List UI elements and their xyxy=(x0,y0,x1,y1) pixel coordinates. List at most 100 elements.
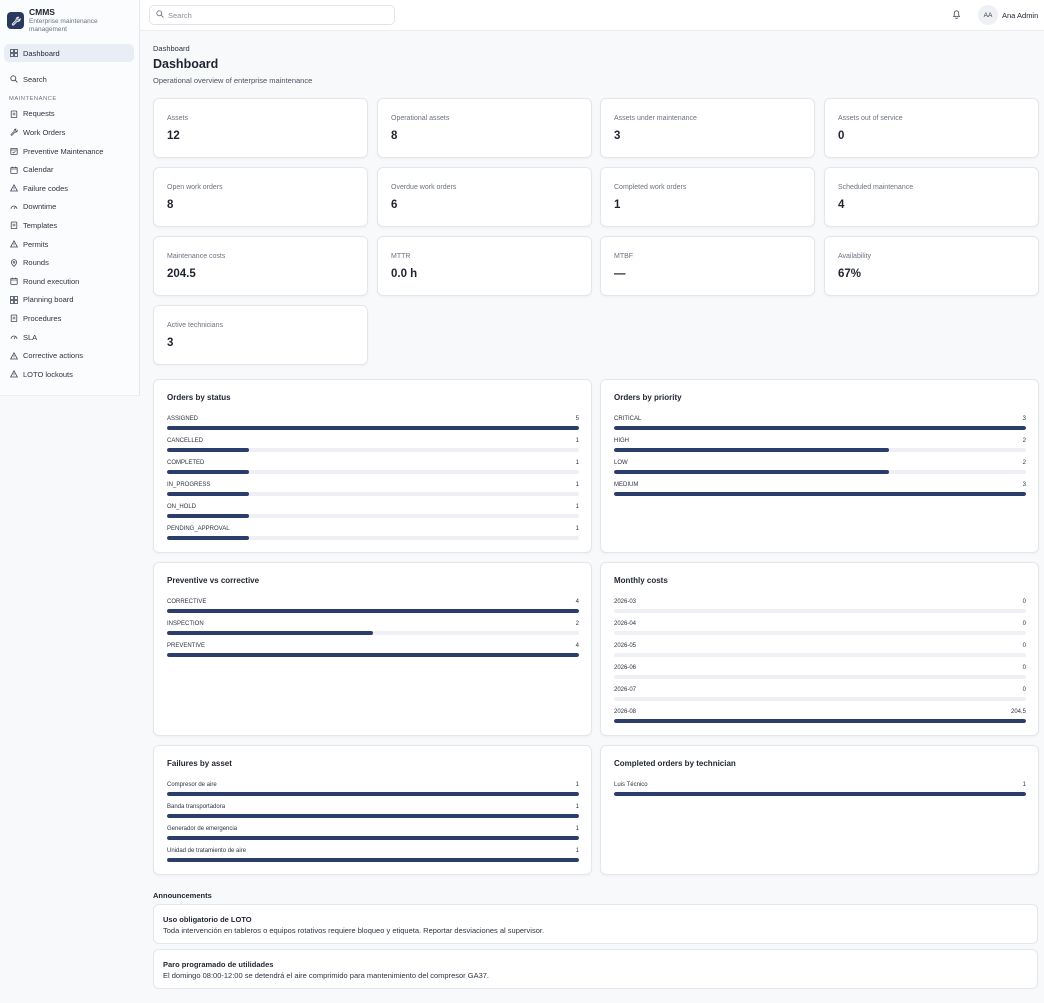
chart-panel: Orders by status ASSIGNED 5 CANCELLED 1 COMPL… xyxy=(153,379,592,553)
sidebar-item-failure-codes[interactable]: Failure codes xyxy=(0,179,139,198)
clipboard-icon xyxy=(9,221,18,230)
kpi-card[interactable]: Open work orders 8 xyxy=(153,167,368,227)
bar-value: 2 xyxy=(575,621,579,627)
sidebar-item-loto-lockouts[interactable]: LOTO lockouts xyxy=(0,365,139,384)
bar-track xyxy=(167,426,579,430)
sidebar-item-search[interactable]: Search xyxy=(0,70,139,89)
sidebar-item-dashboard[interactable]: Dashboard xyxy=(4,44,134,62)
brand[interactable]: CMMS Enterprise maintenance management xyxy=(0,0,139,40)
sidebar-item-permits[interactable]: Permits xyxy=(0,235,139,254)
avatar[interactable]: AA xyxy=(978,5,998,25)
bar-fill xyxy=(167,814,579,818)
kpi-card[interactable]: Overdue work orders 6 xyxy=(377,167,592,227)
sidebar-item-round-execution[interactable]: Round execution xyxy=(0,272,139,291)
bar-label: INSPECTION xyxy=(167,621,204,627)
kpi-label: Maintenance costs xyxy=(167,253,226,260)
kpi-value: 0.0 h xyxy=(391,268,418,280)
sidebar-item-sla[interactable]: SLA xyxy=(0,328,139,347)
bar-row: 2026-06 0 xyxy=(614,665,1026,681)
kpi-value: 67% xyxy=(838,268,862,280)
warning-icon xyxy=(9,240,18,249)
bar-label: Compresor de aire xyxy=(167,782,217,788)
bar-track xyxy=(614,631,1026,635)
search-icon xyxy=(156,10,164,20)
gauge-icon xyxy=(9,333,18,342)
sidebar-item-corrective-actions[interactable]: Corrective actions xyxy=(0,346,139,365)
bar-label: HIGH xyxy=(614,438,629,444)
bar-label: CRITICAL xyxy=(614,416,642,422)
kpi-label: MTTR xyxy=(391,253,411,260)
sidebar-item-planning-board[interactable]: Planning board xyxy=(0,291,139,310)
bar-row: 2026-07 0 xyxy=(614,687,1026,703)
sidebar-item-calendar[interactable]: Calendar xyxy=(0,160,139,179)
panel-title: Orders by status xyxy=(167,393,231,402)
bar-track xyxy=(167,814,579,818)
sidebar-item-procedures[interactable]: Procedures xyxy=(0,309,139,328)
page-subtitle: Operational overview of enterprise maint… xyxy=(153,76,313,85)
bar-track xyxy=(167,858,579,862)
kpi-value: 4 xyxy=(838,199,845,211)
bar-row: LOW 2 xyxy=(614,460,1026,476)
bar-label: CORRECTIVE xyxy=(167,599,207,605)
kpi-card[interactable]: Active technicians 3 xyxy=(153,305,368,365)
bar-track xyxy=(614,675,1026,679)
kpi-card[interactable]: Assets out of service 0 xyxy=(824,98,1039,158)
calendar-icon xyxy=(9,277,18,286)
bar-value: 204.5 xyxy=(1010,709,1026,715)
bar-track xyxy=(614,697,1026,701)
sidebar-item-label: Dashboard xyxy=(23,48,60,58)
sidebar-item-preventive-maintenance[interactable]: Preventive Maintenance xyxy=(0,142,139,161)
sidebar-item-label: Round execution xyxy=(23,276,80,286)
chart-panel: Failures by asset Compresor de aire 1 Banda… xyxy=(153,745,592,875)
bar-value: 0 xyxy=(1022,621,1026,627)
bar-row: MEDIUM 3 xyxy=(614,482,1026,498)
user-name[interactable]: Ana Admin xyxy=(1002,11,1038,20)
kpi-card[interactable]: Assets under maintenance 3 xyxy=(600,98,815,158)
bar-fill xyxy=(167,631,373,635)
bar-label: ON_HOLD xyxy=(167,504,197,510)
sidebar-item-requests[interactable]: Requests xyxy=(0,105,139,124)
kpi-card[interactable]: MTBF — xyxy=(600,236,815,296)
kpi-value: 3 xyxy=(614,130,621,142)
announcement-card[interactable]: Uso obligatorio de LOTO Toda intervención… xyxy=(153,904,1038,944)
bar-track xyxy=(167,536,579,540)
sidebar-item-rounds[interactable]: Rounds xyxy=(0,253,139,272)
panel-title: Completed orders by technician xyxy=(614,759,736,768)
kpi-label: Operational assets xyxy=(391,115,450,122)
kpi-label: Assets out of service xyxy=(838,115,903,122)
announcement-card[interactable]: Paro programado de utilidades El domingo … xyxy=(153,949,1038,989)
kpi-card[interactable]: Availability 67% xyxy=(824,236,1039,296)
sidebar-item-label: LOTO lockouts xyxy=(23,369,73,379)
sidebar-item-templates[interactable]: Templates xyxy=(0,216,139,235)
kpi-value: 12 xyxy=(167,130,180,142)
bar-label: 2026-07 xyxy=(614,687,637,693)
kpi-card[interactable]: Operational assets 8 xyxy=(377,98,592,158)
kpi-card[interactable]: Scheduled maintenance 4 xyxy=(824,167,1039,227)
kpi-card[interactable]: Completed work orders 1 xyxy=(600,167,815,227)
kpi-value: 204.5 xyxy=(167,268,196,280)
panel-title: Failures by asset xyxy=(167,759,232,768)
sidebar-item-label: Calendar xyxy=(23,165,54,175)
search-input[interactable] xyxy=(168,10,378,20)
chart-panel: Preventive vs corrective CORRECTIVE 4 INSPE… xyxy=(153,562,592,736)
warning-icon xyxy=(9,351,18,360)
sidebar-item-downtime[interactable]: Downtime xyxy=(0,198,139,217)
kpi-card[interactable]: MTTR 0.0 h xyxy=(377,236,592,296)
sidebar-item-label: Preventive Maintenance xyxy=(23,146,104,156)
kpi-card[interactable]: Assets 12 xyxy=(153,98,368,158)
bell-icon[interactable] xyxy=(952,9,961,21)
kpi-card[interactable]: Maintenance costs 204.5 xyxy=(153,236,368,296)
sidebar-item-work-orders[interactable]: Work Orders xyxy=(0,123,139,142)
bar-value: 3 xyxy=(1022,482,1026,488)
bar-label: 2026-05 xyxy=(614,643,637,649)
bar-row: ON_HOLD 1 xyxy=(167,504,579,520)
bar-label: PENDING_APPROVAL xyxy=(167,526,230,532)
sidebar: CMMS Enterprise maintenance management D… xyxy=(0,0,140,396)
bar-value: 1 xyxy=(575,460,579,466)
global-search[interactable] xyxy=(149,5,395,25)
bar-fill xyxy=(614,448,889,452)
bar-value: 5 xyxy=(575,416,579,422)
announcement-title: Paro programado de utilidades xyxy=(163,960,274,969)
breadcrumb[interactable]: Dashboard xyxy=(153,44,190,53)
bar-label: CANCELLED xyxy=(167,438,204,444)
